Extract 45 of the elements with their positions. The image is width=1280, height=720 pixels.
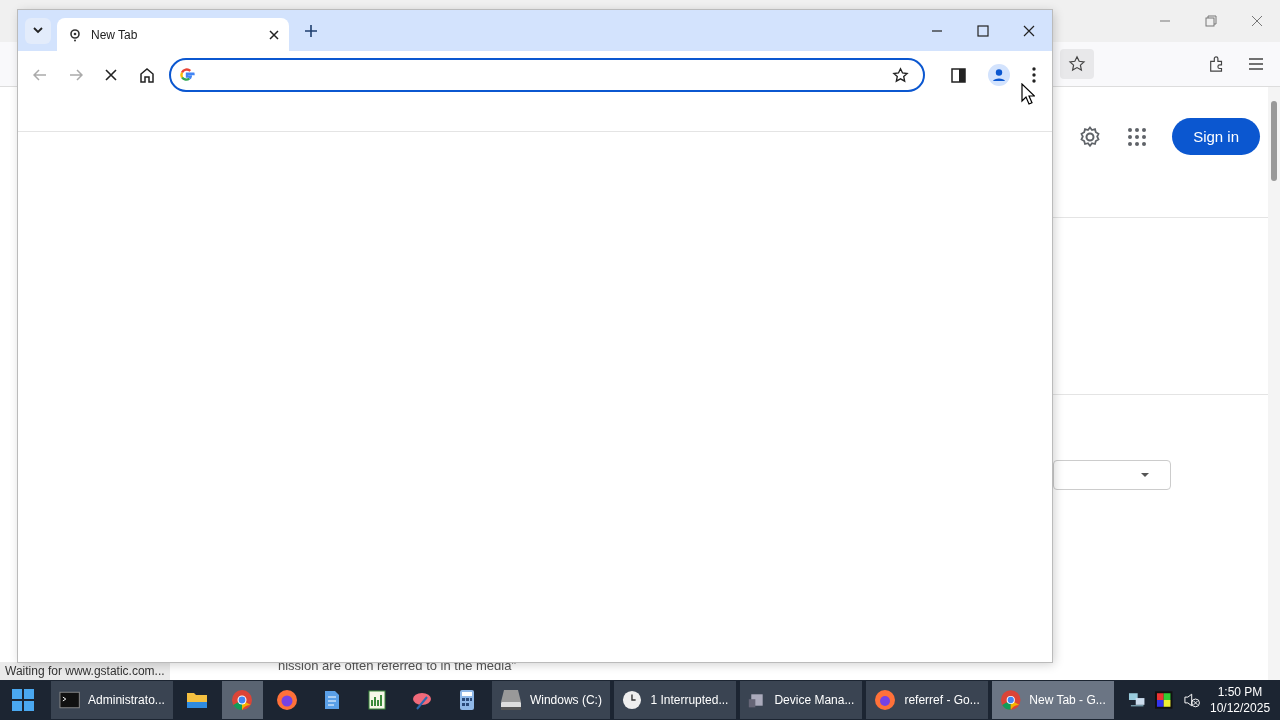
chrome-icon: [230, 688, 255, 712]
firefox-icon: [275, 688, 300, 712]
clock[interactable]: 1:50 PM 10/12/2025: [1210, 684, 1271, 716]
bookmark-star-icon[interactable]: [892, 66, 909, 84]
dropdown-field[interactable]: [1053, 460, 1171, 490]
taskbar-window-button[interactable]: New Tab - G...: [991, 681, 1114, 719]
apps-grid-icon[interactable]: [1127, 126, 1148, 147]
address-field[interactable]: [169, 58, 925, 92]
scrollbar[interactable]: [1268, 87, 1280, 680]
taskbar-window-button[interactable]: Administrato...: [50, 681, 173, 719]
restore-icon[interactable]: [1205, 15, 1217, 27]
caret-icon: [1140, 472, 1150, 478]
home-icon[interactable]: [139, 67, 155, 83]
chrome-icon: [999, 689, 1022, 711]
mouse-pointer-icon: [1021, 83, 1035, 105]
firefox-icon: [874, 689, 897, 711]
new-tab-icon[interactable]: [305, 24, 317, 37]
taskbar-window-button[interactable]: referref - Go...: [866, 681, 988, 719]
chrome-taskbar-button[interactable]: [221, 681, 263, 719]
drive-icon: [499, 689, 522, 711]
network-icon[interactable]: [1127, 692, 1146, 708]
status-text: Waiting for www.gstatic.com...: [0, 662, 170, 680]
taskbar-window-button[interactable]: Device Mana...: [740, 681, 863, 719]
side-panel-icon[interactable]: [951, 67, 966, 83]
maximize-icon[interactable]: [977, 24, 989, 37]
settings-icon[interactable]: [1078, 124, 1103, 149]
taskbar-window-button[interactable]: Windows (C:): [491, 681, 611, 719]
stop-loading-icon[interactable]: [105, 69, 117, 81]
close-tab-icon[interactable]: [269, 29, 279, 40]
site-icon: [69, 27, 81, 42]
speaker-muted-icon[interactable]: [1182, 691, 1200, 709]
clock-icon: [622, 689, 643, 711]
google-g-icon: [179, 67, 195, 83]
chevron-down-icon: [33, 27, 43, 34]
browser-tab[interactable]: New Tab: [57, 18, 289, 51]
taskbar-window-button[interactable]: 1 Interrupted...: [614, 681, 737, 719]
menu-icon[interactable]: [1248, 57, 1264, 71]
tab-search-button[interactable]: [25, 17, 51, 44]
terminal-icon: [58, 689, 81, 711]
sign-in-button[interactable]: Sign in: [1172, 118, 1260, 155]
profile-icon[interactable]: [988, 64, 1010, 86]
more-menu-icon[interactable]: [1032, 67, 1036, 83]
windows-logo-icon: [12, 689, 35, 711]
color-display-icon[interactable]: [1155, 691, 1173, 709]
close-icon[interactable]: [1023, 24, 1035, 37]
